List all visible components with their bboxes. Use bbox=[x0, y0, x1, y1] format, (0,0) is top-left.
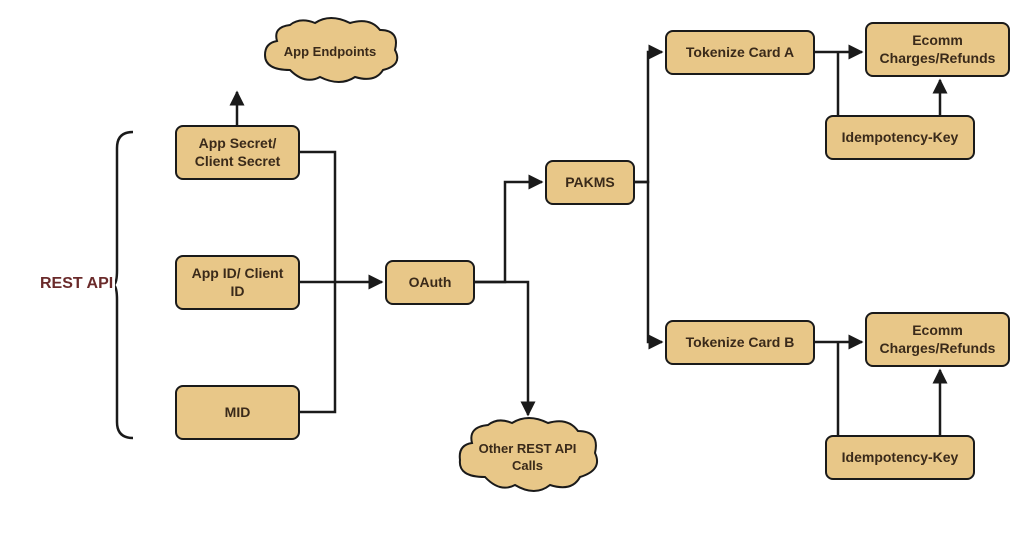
mid-node: MID bbox=[175, 385, 300, 440]
ecomm-a-node: Ecomm Charges/Refunds bbox=[865, 22, 1010, 77]
tokenize-b-node: Tokenize Card B bbox=[665, 320, 815, 365]
ecomm-b-node: Ecomm Charges/Refunds bbox=[865, 312, 1010, 367]
rest-api-label: REST API bbox=[40, 275, 113, 293]
idempotency-b-node: Idempotency-Key bbox=[825, 435, 975, 480]
pakms-node: PAKMS bbox=[545, 160, 635, 205]
tokenize-a-node: Tokenize Card A bbox=[665, 30, 815, 75]
rest-api-bracket bbox=[115, 130, 135, 440]
app-secret-node: App Secret/ Client Secret bbox=[175, 125, 300, 180]
other-calls-cloud: Other REST API Calls bbox=[450, 415, 605, 500]
app-endpoints-text: App Endpoints bbox=[268, 44, 392, 61]
idempotency-a-node: Idempotency-Key bbox=[825, 115, 975, 160]
oauth-node: OAuth bbox=[385, 260, 475, 305]
other-calls-text: Other REST API Calls bbox=[450, 441, 605, 475]
app-endpoints-cloud: App Endpoints bbox=[255, 15, 405, 90]
app-id-node: App ID/ Client ID bbox=[175, 255, 300, 310]
